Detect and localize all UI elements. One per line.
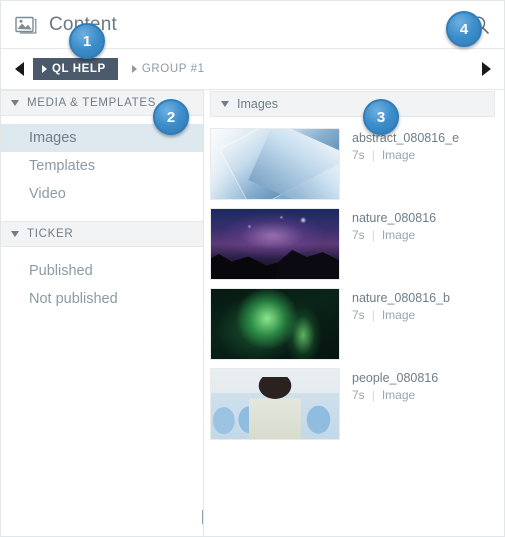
arrow-left-icon: [14, 62, 24, 76]
image-icon: [15, 16, 37, 34]
media-name: nature_080816: [352, 211, 437, 225]
arrow-right-icon: [481, 62, 491, 76]
content-window: Content QL HELP GROUP #1: [0, 0, 505, 537]
media-separator: |: [371, 148, 375, 162]
list-item[interactable]: abstract_080816_e 7s | Image: [204, 124, 504, 204]
media-list: abstract_080816_e 7s | Image nature_0808…: [204, 117, 504, 444]
media-type: Image: [381, 388, 416, 402]
media-meta: abstract_080816_e 7s | Image: [352, 128, 459, 200]
breadcrumb-item-ql-help[interactable]: QL HELP: [33, 58, 118, 80]
sidebar-item-published[interactable]: Published: [1, 257, 203, 285]
sidebar-section-title: MEDIA & TEMPLATES: [27, 97, 157, 109]
media-panel: Images abstract_080816_e 7s | Image natu…: [204, 90, 504, 536]
list-item[interactable]: people_080816 7s | Image: [204, 364, 504, 444]
callout-badge-3: 3: [363, 99, 399, 135]
media-duration: 7s: [352, 148, 365, 162]
media-separator: |: [371, 308, 375, 322]
callout-badge-2: 2: [153, 99, 189, 135]
media-thumbnail[interactable]: [210, 208, 340, 280]
media-thumbnail[interactable]: [210, 128, 340, 200]
chevron-right-icon: [131, 65, 137, 73]
sidebar-item-video[interactable]: Video: [1, 180, 203, 208]
media-name: abstract_080816_e: [352, 131, 460, 145]
sidebar-item-not-published[interactable]: Not published: [1, 285, 203, 313]
media-type: Image: [381, 228, 416, 242]
breadcrumb-item-group-1[interactable]: GROUP #1: [128, 58, 209, 80]
media-subinfo: 7s | Image: [352, 387, 438, 404]
sidebar: MEDIA & TEMPLATES Images Templates Video…: [1, 90, 207, 536]
media-name: people_080816: [352, 371, 439, 385]
media-separator: |: [371, 388, 375, 402]
media-duration: 7s: [352, 388, 365, 402]
media-subinfo: 7s | Image: [352, 147, 459, 164]
media-separator: |: [371, 228, 375, 242]
breadcrumb-label: GROUP #1: [141, 63, 205, 75]
chevron-down-icon: [221, 101, 229, 107]
media-meta: people_080816 7s | Image: [352, 368, 438, 440]
breadcrumb-next-button[interactable]: [478, 61, 494, 77]
sidebar-section-ticker-header[interactable]: TICKER: [1, 221, 203, 247]
callout-badge-1: 1: [69, 23, 105, 59]
chevron-down-icon: [11, 100, 19, 106]
chevron-down-icon: [11, 231, 19, 237]
callout-badge-4: 4: [446, 11, 482, 47]
breadcrumb-items: QL HELP GROUP #1: [33, 58, 209, 80]
content-body: MEDIA & TEMPLATES Images Templates Video…: [1, 90, 504, 536]
breadcrumb-prev-button[interactable]: [11, 61, 27, 77]
media-name: nature_080816_b: [352, 291, 451, 305]
media-type: Image: [381, 308, 416, 322]
sidebar-item-templates[interactable]: Templates: [1, 152, 203, 180]
breadcrumb-label: QL HELP: [52, 63, 106, 75]
sidebar-section-ticker-items: Published Not published: [1, 247, 203, 313]
chevron-right-icon: [42, 65, 47, 73]
media-subinfo: 7s | Image: [352, 307, 450, 324]
media-duration: 7s: [352, 228, 365, 242]
media-thumbnail[interactable]: [210, 368, 340, 440]
media-duration: 7s: [352, 308, 365, 322]
media-meta: nature_080816 7s | Image: [352, 208, 436, 280]
media-type: Image: [381, 148, 416, 162]
media-panel-title: Images: [237, 97, 278, 111]
list-item[interactable]: nature_080816 7s | Image: [204, 204, 504, 284]
media-thumbnail[interactable]: [210, 288, 340, 360]
media-meta: nature_080816_b 7s | Image: [352, 288, 450, 360]
list-item[interactable]: nature_080816_b 7s | Image: [204, 284, 504, 364]
media-panel-header[interactable]: Images: [210, 91, 495, 117]
media-subinfo: 7s | Image: [352, 227, 436, 244]
sidebar-section-title: TICKER: [27, 228, 74, 240]
